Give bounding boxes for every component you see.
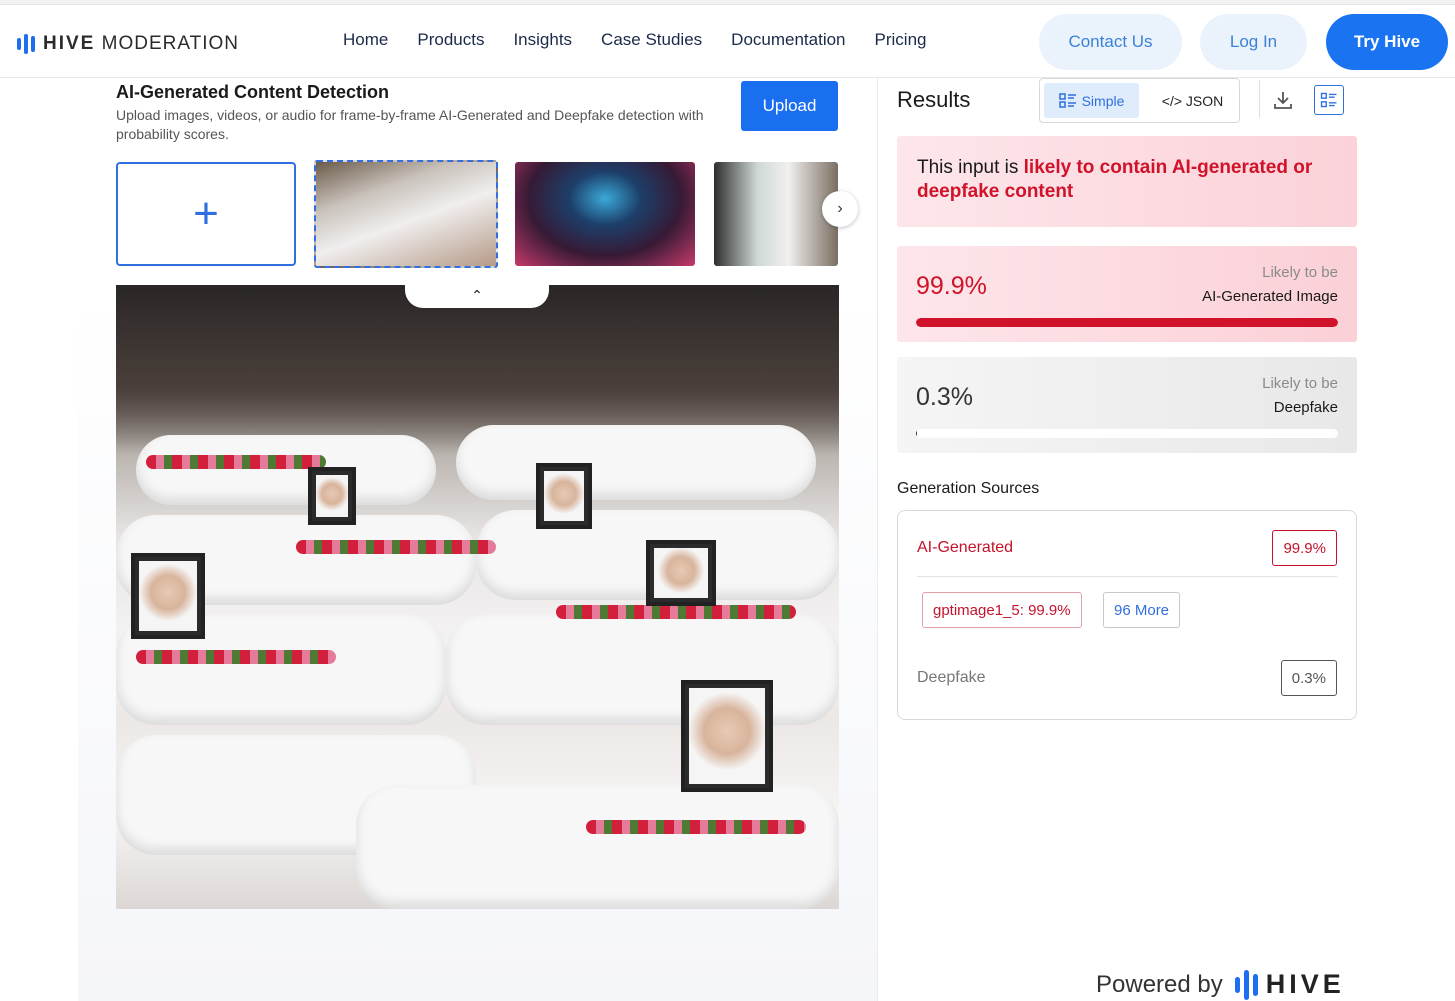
list-icon [1058, 92, 1076, 108]
sample-thumbnail-interior[interactable] [714, 162, 838, 266]
image-flowers [296, 540, 496, 554]
score-progress-fill [916, 318, 1338, 327]
image-flowers [136, 650, 336, 664]
nav-link-documentation[interactable]: Documentation [731, 30, 845, 50]
hive-logo-icon [1234, 969, 1258, 1000]
chevron-right-icon: › [837, 200, 843, 217]
detector-description: Upload images, videos, or audio for fram… [116, 107, 704, 142]
download-icon[interactable] [1271, 88, 1295, 112]
score-progress-track [916, 429, 1338, 438]
hive-moderation-logo[interactable]: HIVE MODERATION [17, 33, 239, 55]
powered-by-label: Powered by [1096, 970, 1223, 998]
nav-link-products[interactable]: Products [417, 30, 484, 50]
image-shroud [136, 435, 436, 505]
image-portrait-frame [681, 680, 773, 792]
logo-rest-word: MODERATION [101, 33, 240, 54]
score-likely-label: Likely to be [1262, 375, 1338, 392]
nav-link-pricing[interactable]: Pricing [875, 30, 927, 50]
ai-generated-label: AI-Generated [917, 539, 1014, 556]
summary-view-icon[interactable] [1314, 85, 1344, 115]
view-toggle: Simple </> JSON [1039, 78, 1240, 123]
contact-us-button[interactable]: Contact Us [1039, 14, 1182, 70]
image-portrait-frame [131, 553, 205, 639]
carousel-next-button[interactable]: › [822, 191, 858, 227]
image-portrait-frame [646, 540, 716, 606]
sample-thumbnail-portrait[interactable] [515, 162, 695, 266]
verdict-prefix: This input is [917, 157, 1024, 178]
image-shroud [356, 785, 839, 909]
image-shroud [446, 615, 839, 725]
analyzed-image [116, 285, 839, 909]
verdict-banner: This input is likely to contain AI-gener… [897, 136, 1357, 227]
chevron-up-icon: ⌃ [471, 286, 483, 303]
detector-title: AI-Generated Content Detection [116, 82, 390, 102]
score-progress-track [916, 318, 1338, 327]
sample-thumbnail-selected[interactable] [314, 160, 498, 268]
score-card-deepfake: 0.3% Likely to be Deepfake [897, 357, 1357, 453]
nav-link-insights[interactable]: Insights [513, 30, 572, 50]
panel-divider [877, 78, 878, 1001]
generation-divider [917, 576, 1337, 577]
image-portrait-frame [536, 463, 592, 529]
nav-link-home[interactable]: Home [343, 30, 388, 50]
logo-bold-word: HIVE [43, 33, 96, 54]
simple-view-tab[interactable]: Simple [1044, 83, 1139, 118]
score-likely-label: Likely to be [1262, 264, 1338, 281]
generation-sources-title: Generation Sources [897, 480, 1040, 497]
image-portrait-frame [308, 467, 356, 525]
score-kind-label: AI-Generated Image [1202, 288, 1338, 305]
deepfake-label: Deepfake [917, 669, 986, 686]
collapse-preview-button[interactable]: ⌃ [405, 282, 549, 308]
score-progress-fill [916, 429, 918, 438]
more-sources-button[interactable]: 96 More [1103, 592, 1181, 628]
score-card-ai-generated: 99.9% Likely to be AI-Generated Image [897, 246, 1357, 342]
image-shroud [456, 425, 816, 500]
results-title: Results [897, 87, 971, 112]
image-flowers [586, 820, 806, 834]
logo-wordmark: HIVE MODERATION [43, 33, 239, 55]
image-flowers [146, 455, 326, 469]
toolbar-separator [1259, 80, 1260, 118]
image-flowers [556, 605, 796, 619]
powered-by-hive[interactable]: Powered by HIVE [1096, 969, 1345, 1000]
hive-footer-wordmark: HIVE [1265, 969, 1345, 999]
score-kind-label: Deepfake [1273, 399, 1338, 416]
try-hive-button[interactable]: Try Hive [1326, 14, 1448, 70]
upload-button[interactable]: Upload [741, 81, 838, 131]
nav-link-case-studies[interactable]: Case Studies [601, 30, 702, 50]
model-source-tag[interactable]: gptimage1_5: 99.9% [922, 592, 1082, 628]
generation-sources-panel: AI-Generated 99.9% gptimage1_5: 99.9% 96… [897, 510, 1357, 720]
deepfake-score-badge: 0.3% [1280, 660, 1337, 696]
json-view-tab[interactable]: </> JSON [1150, 83, 1235, 118]
top-navbar: HIVE MODERATION Home Products Insights C… [0, 5, 1455, 78]
score-percentage: 99.9% [916, 272, 987, 300]
plus-icon: + [193, 189, 219, 238]
score-percentage: 0.3% [916, 383, 973, 411]
hive-footer-logo: HIVE [1234, 969, 1345, 1000]
main-nav: Home Products Insights Case Studies Docu… [343, 30, 955, 50]
hive-logo-icon [17, 34, 35, 54]
log-in-button[interactable]: Log In [1200, 14, 1307, 70]
ai-generated-score-badge: 99.9% [1272, 530, 1337, 566]
simple-view-label: Simple [1081, 92, 1125, 109]
add-media-button[interactable]: + [116, 162, 296, 266]
